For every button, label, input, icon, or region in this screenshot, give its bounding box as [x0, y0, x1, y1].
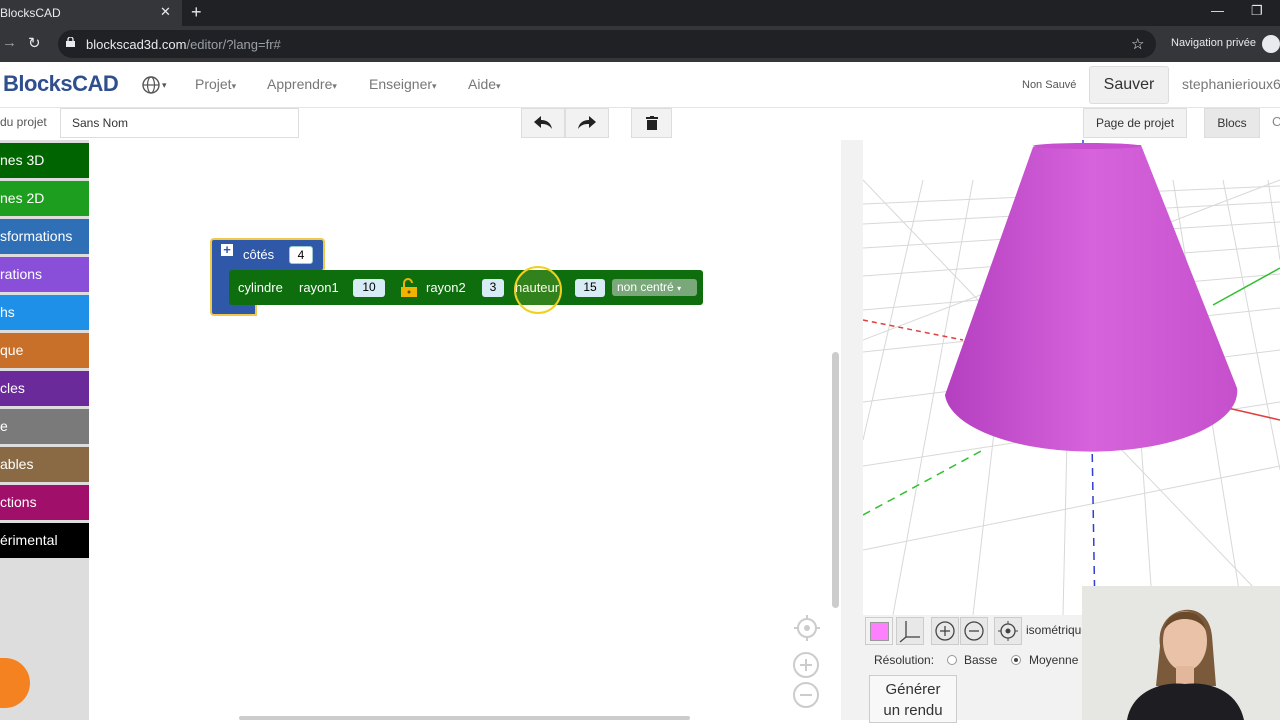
category-transformations[interactable]: sformations	[0, 219, 89, 254]
minus-circle-icon	[964, 621, 984, 641]
trash-icon	[645, 116, 658, 130]
blocks-workspace[interactable]	[89, 140, 841, 720]
resolution-medium-label: Moyenne	[1029, 653, 1079, 667]
redo-button[interactable]	[565, 108, 609, 138]
resolution-label: Résolution:	[874, 653, 935, 667]
axes-icon	[899, 621, 920, 643]
workspace-horizontal-scrollbar[interactable]	[239, 716, 690, 720]
menu-aide[interactable]: Aide▾	[468, 76, 501, 92]
category-maths[interactable]: hs	[0, 295, 89, 330]
category-formes-2d[interactable]: nes 2D	[0, 181, 89, 216]
tab-close-icon[interactable]: ✕	[160, 4, 171, 20]
3d-viewer[interactable]	[863, 140, 1280, 615]
incognito-icon[interactable]	[1262, 35, 1280, 53]
recenter-icon[interactable]	[793, 614, 821, 642]
resolution-low-radio[interactable]	[947, 655, 957, 665]
category-experimental[interactable]: érimental	[0, 523, 89, 558]
save-button[interactable]: Sauver	[1089, 66, 1169, 104]
sides-block-foot	[225, 304, 257, 316]
url-host: blockscad3d.com/editor/?lang=fr#	[86, 37, 281, 52]
plus-circle-icon	[935, 621, 955, 641]
radius2-label: rayon2	[426, 280, 466, 295]
forward-icon[interactable]: →	[2, 34, 17, 51]
cone-shape	[945, 145, 1238, 452]
viewer-controls: isométrique Résolution: Basse Moyenne Gé…	[863, 615, 1088, 723]
viewer-reset-button[interactable]	[994, 617, 1022, 645]
undo-icon	[534, 116, 552, 129]
category-fonctions[interactable]: ctions	[0, 485, 89, 520]
radius1-input[interactable]: 10	[353, 279, 385, 297]
center-dropdown[interactable]: non centré ▾	[612, 279, 697, 296]
sides-label: côtés	[243, 247, 275, 262]
sides-input[interactable]: 4	[289, 246, 313, 264]
radius2-input[interactable]: 3	[482, 279, 504, 297]
menu-enseigner[interactable]: Enseigner▾	[369, 76, 437, 92]
lock-icon	[66, 37, 75, 47]
presenter-video	[1082, 586, 1280, 720]
radius1-label: rayon1	[299, 280, 339, 295]
render-button[interactable]: Générer un rendu	[869, 675, 957, 723]
cylinder-label: cylindre	[238, 280, 283, 295]
menu-projet[interactable]: Projet▾	[195, 76, 236, 92]
save-status: Non Sauvé	[1022, 79, 1077, 91]
3d-scene	[863, 140, 1280, 615]
project-page-button[interactable]: Page de projet	[1083, 108, 1187, 138]
webcam-overlay	[1082, 586, 1280, 720]
zoom-out-icon[interactable]	[792, 681, 820, 709]
user-menu[interactable]: stephanierioux6	[1182, 76, 1280, 92]
resolution-medium-radio[interactable]	[1011, 655, 1021, 665]
cursor-highlight	[514, 266, 562, 314]
star-icon[interactable]: ☆	[1131, 35, 1144, 53]
project-name-input[interactable]: Sans Nom	[60, 108, 299, 138]
panel-splitter[interactable]	[841, 140, 863, 720]
language-caret-icon[interactable]: ▾	[162, 80, 167, 91]
address-bar: → ↻ blockscad3d.com/editor/?lang=fr# ☆ N…	[0, 26, 1280, 62]
browser-tab[interactable]: BlocksCAD ✕	[0, 0, 182, 26]
category-boucles[interactable]: cles	[0, 371, 89, 406]
color-picker-button[interactable]	[865, 617, 893, 645]
category-logique[interactable]: que	[0, 333, 89, 368]
view-mode-select[interactable]: isométrique	[1026, 623, 1088, 637]
workspace-vertical-scrollbar[interactable]	[832, 352, 839, 608]
height-input[interactable]: 15	[575, 279, 605, 297]
resolution-low-label: Basse	[964, 653, 998, 667]
globe-icon[interactable]	[142, 75, 162, 95]
project-name-label: du projet	[0, 115, 47, 129]
redo-icon	[578, 116, 596, 129]
project-toolbar: du projet Sans Nom Page de projet Blocs …	[0, 108, 1280, 140]
mutator-plus-icon[interactable]: +	[220, 243, 234, 257]
private-mode-label: Navigation privée	[1171, 37, 1256, 49]
category-operations[interactable]: rations	[0, 257, 89, 292]
delete-button[interactable]	[631, 108, 672, 138]
restore-icon[interactable]: ❐	[1251, 3, 1263, 19]
minimize-icon[interactable]: —	[1211, 3, 1224, 18]
target-icon	[998, 621, 1018, 641]
category-formes-3d[interactable]: nes 3D	[0, 143, 89, 178]
viewer-zoom-in-button[interactable]	[931, 617, 959, 645]
code-tab-partial[interactable]: C	[1272, 114, 1280, 129]
browser-tab-bar: BlocksCAD ✕ + — ❐	[0, 0, 1280, 26]
url-field[interactable]: blockscad3d.com/editor/?lang=fr# ☆	[58, 30, 1156, 58]
app-logo[interactable]: BlocksCAD	[3, 71, 119, 97]
reload-icon[interactable]: ↻	[28, 34, 41, 52]
unlock-icon[interactable]	[400, 278, 418, 298]
category-variables[interactable]: ables	[0, 447, 89, 482]
axes-toggle-button[interactable]	[896, 617, 924, 645]
block-toolbox: nes 3D nes 2D sformations rations hs que…	[0, 140, 89, 720]
color-swatch-icon	[870, 622, 889, 641]
menu-apprendre[interactable]: Apprendre▾	[267, 76, 337, 92]
tab-title: BlocksCAD	[0, 6, 61, 20]
app-header: BlocksCAD ▾ Projet▾ Apprendre▾ Enseigner…	[0, 62, 1280, 108]
viewer-zoom-out-button[interactable]	[960, 617, 988, 645]
undo-button[interactable]	[521, 108, 565, 138]
new-tab-icon[interactable]: +	[191, 2, 202, 23]
zoom-in-icon[interactable]	[792, 651, 820, 679]
category-texte[interactable]: e	[0, 409, 89, 444]
blocks-tab[interactable]: Blocs	[1204, 108, 1260, 138]
